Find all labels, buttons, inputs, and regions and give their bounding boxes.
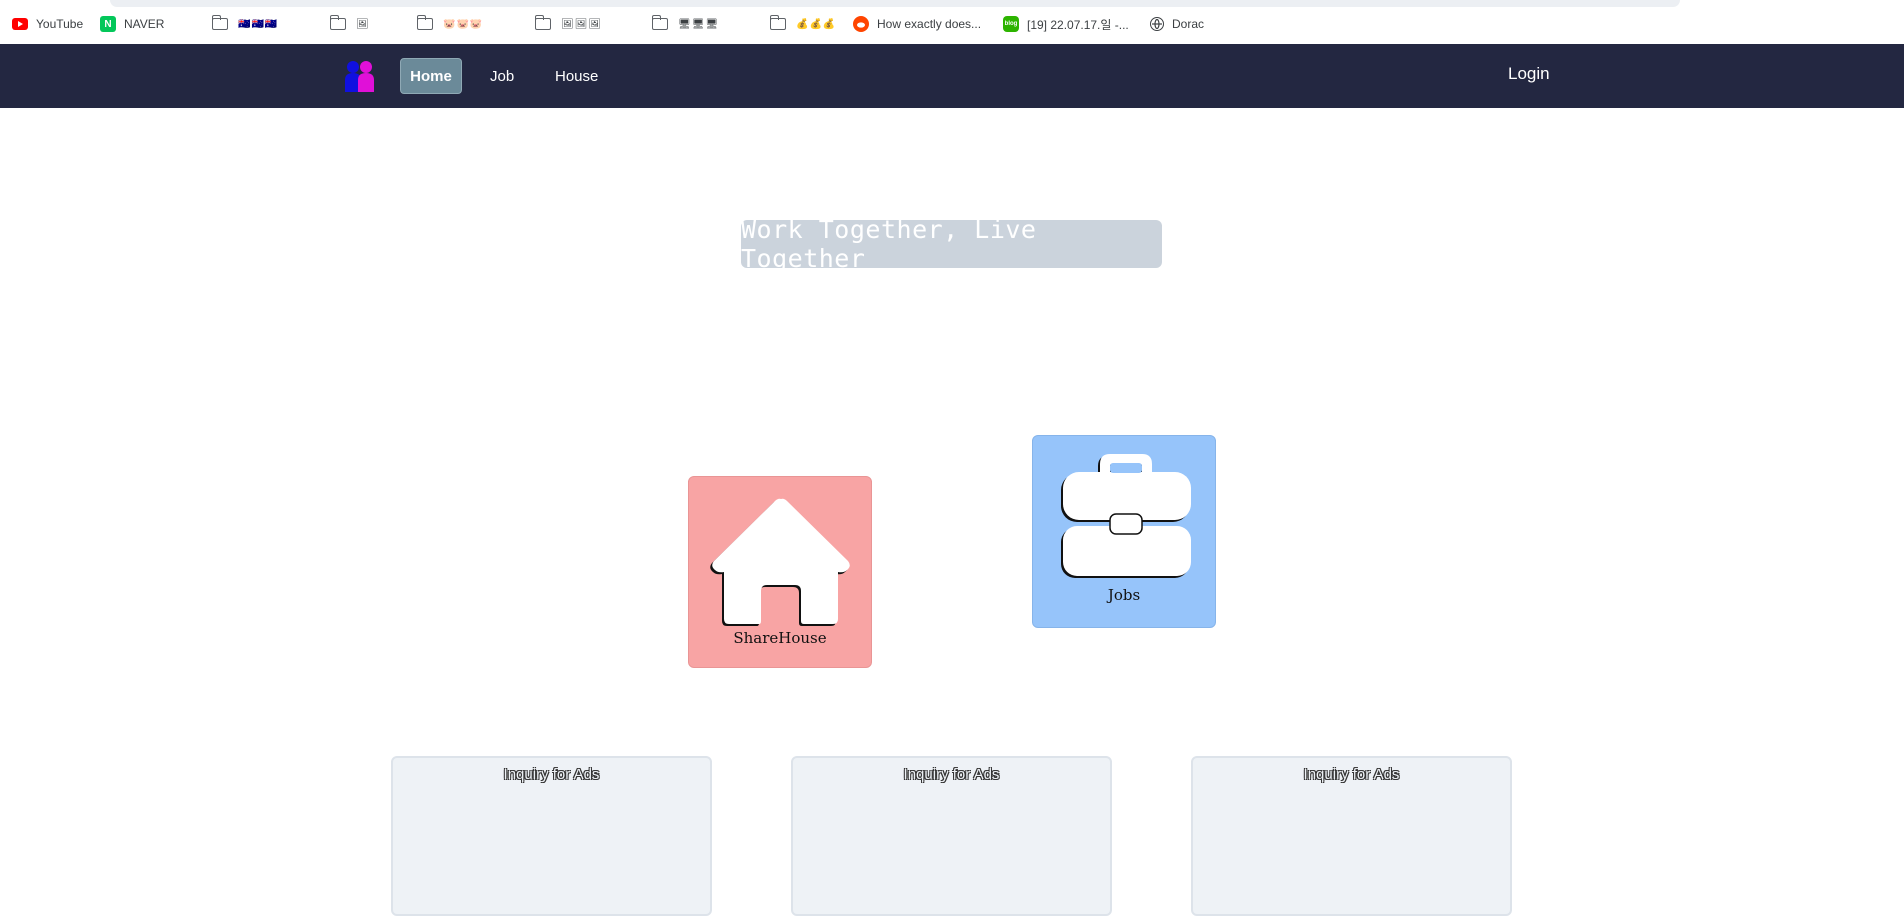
bookmark-label: How exactly does... [877, 17, 982, 31]
briefcase-icon [1061, 454, 1191, 578]
bookmark-label: 🖼 [356, 18, 370, 30]
bookmark-label: Dorac [1172, 17, 1205, 31]
people-logo-icon[interactable] [342, 58, 378, 94]
address-bar-edge [110, 0, 1680, 7]
bookmark-label: YouTube [36, 17, 84, 31]
ad-label: Inquiry for Ads [1303, 766, 1400, 783]
ad-label: Inquiry for Ads [903, 766, 1000, 783]
folder-icon [534, 15, 551, 30]
folder-icon [329, 15, 346, 30]
ad-box[interactable]: Inquiry for Ads [1191, 756, 1512, 916]
login-link[interactable]: Login [1508, 64, 1550, 84]
bookmark-naver[interactable]: N NAVER [100, 15, 164, 33]
ad-box[interactable]: Inquiry for Ads [391, 756, 712, 916]
hero-banner: Work Together, Live Together [741, 215, 1162, 273]
bookmark-youtube[interactable]: YouTube [12, 15, 83, 33]
bookmark-folder-1[interactable]: 🇦🇺🇦🇺🇦🇺 [211, 15, 279, 33]
bookmark-folder-3[interactable]: 🐷🐷🐷 [416, 15, 484, 33]
bookmark-folder-6[interactable]: 💰💰💰 [769, 15, 837, 33]
navbar: Home Job House Login [0, 44, 1904, 108]
bookmark-reddit[interactable]: How exactly does... [853, 15, 981, 33]
folder-icon [416, 15, 433, 30]
house-icon [710, 498, 850, 626]
ad-box[interactable]: Inquiry for Ads [791, 756, 1112, 916]
bookmark-folder-4[interactable]: 🖼🖼🖼 [534, 15, 603, 33]
bookmark-folder-5[interactable]: 🖥🖥🖥 [651, 15, 720, 33]
nav-home-button[interactable]: Home [400, 58, 462, 94]
bookmark-label: 🇦🇺🇦🇺🇦🇺 [238, 18, 279, 30]
youtube-icon [12, 18, 28, 30]
ad-label: Inquiry for Ads [503, 766, 600, 783]
bookmark-dorac[interactable]: Dorac [1150, 15, 1204, 33]
bookmark-label: 🐷🐷🐷 [443, 18, 484, 30]
reddit-icon [853, 16, 869, 32]
folder-icon [651, 15, 668, 30]
folder-icon [769, 15, 786, 30]
jobs-card[interactable]: Jobs [1032, 435, 1216, 628]
bookmark-folder-2[interactable]: 🖼 [329, 15, 370, 33]
bookmark-label: NAVER [124, 17, 165, 31]
bookmark-label: 🖼🖼🖼 [561, 18, 603, 30]
nav-job-link[interactable]: Job [478, 58, 526, 94]
bookmark-blog[interactable]: blog [19] 22.07.17.일 -... [1003, 15, 1129, 33]
bookmark-label: 🖥🖥🖥 [678, 18, 720, 30]
bookmark-label: [19] 22.07.17.일 -... [1027, 17, 1129, 32]
jobs-label: Jobs [1107, 586, 1141, 604]
folder-icon [211, 15, 228, 30]
nav-house-link[interactable]: House [543, 58, 610, 94]
globe-icon [1150, 17, 1164, 31]
naver-icon: N [100, 16, 116, 32]
bookmark-label: 💰💰💰 [796, 18, 837, 30]
blog-icon: blog [1003, 16, 1019, 32]
hero-text: Work Together, Live Together [741, 215, 1037, 273]
sharehouse-label: ShareHouse [733, 629, 827, 647]
sharehouse-card[interactable]: ShareHouse [688, 476, 872, 668]
bookmarks-bar: YouTube N NAVER 🇦🇺🇦🇺🇦🇺 🖼 🐷🐷🐷 🖼🖼🖼 🖥🖥🖥 💰💰💰… [0, 0, 1904, 44]
